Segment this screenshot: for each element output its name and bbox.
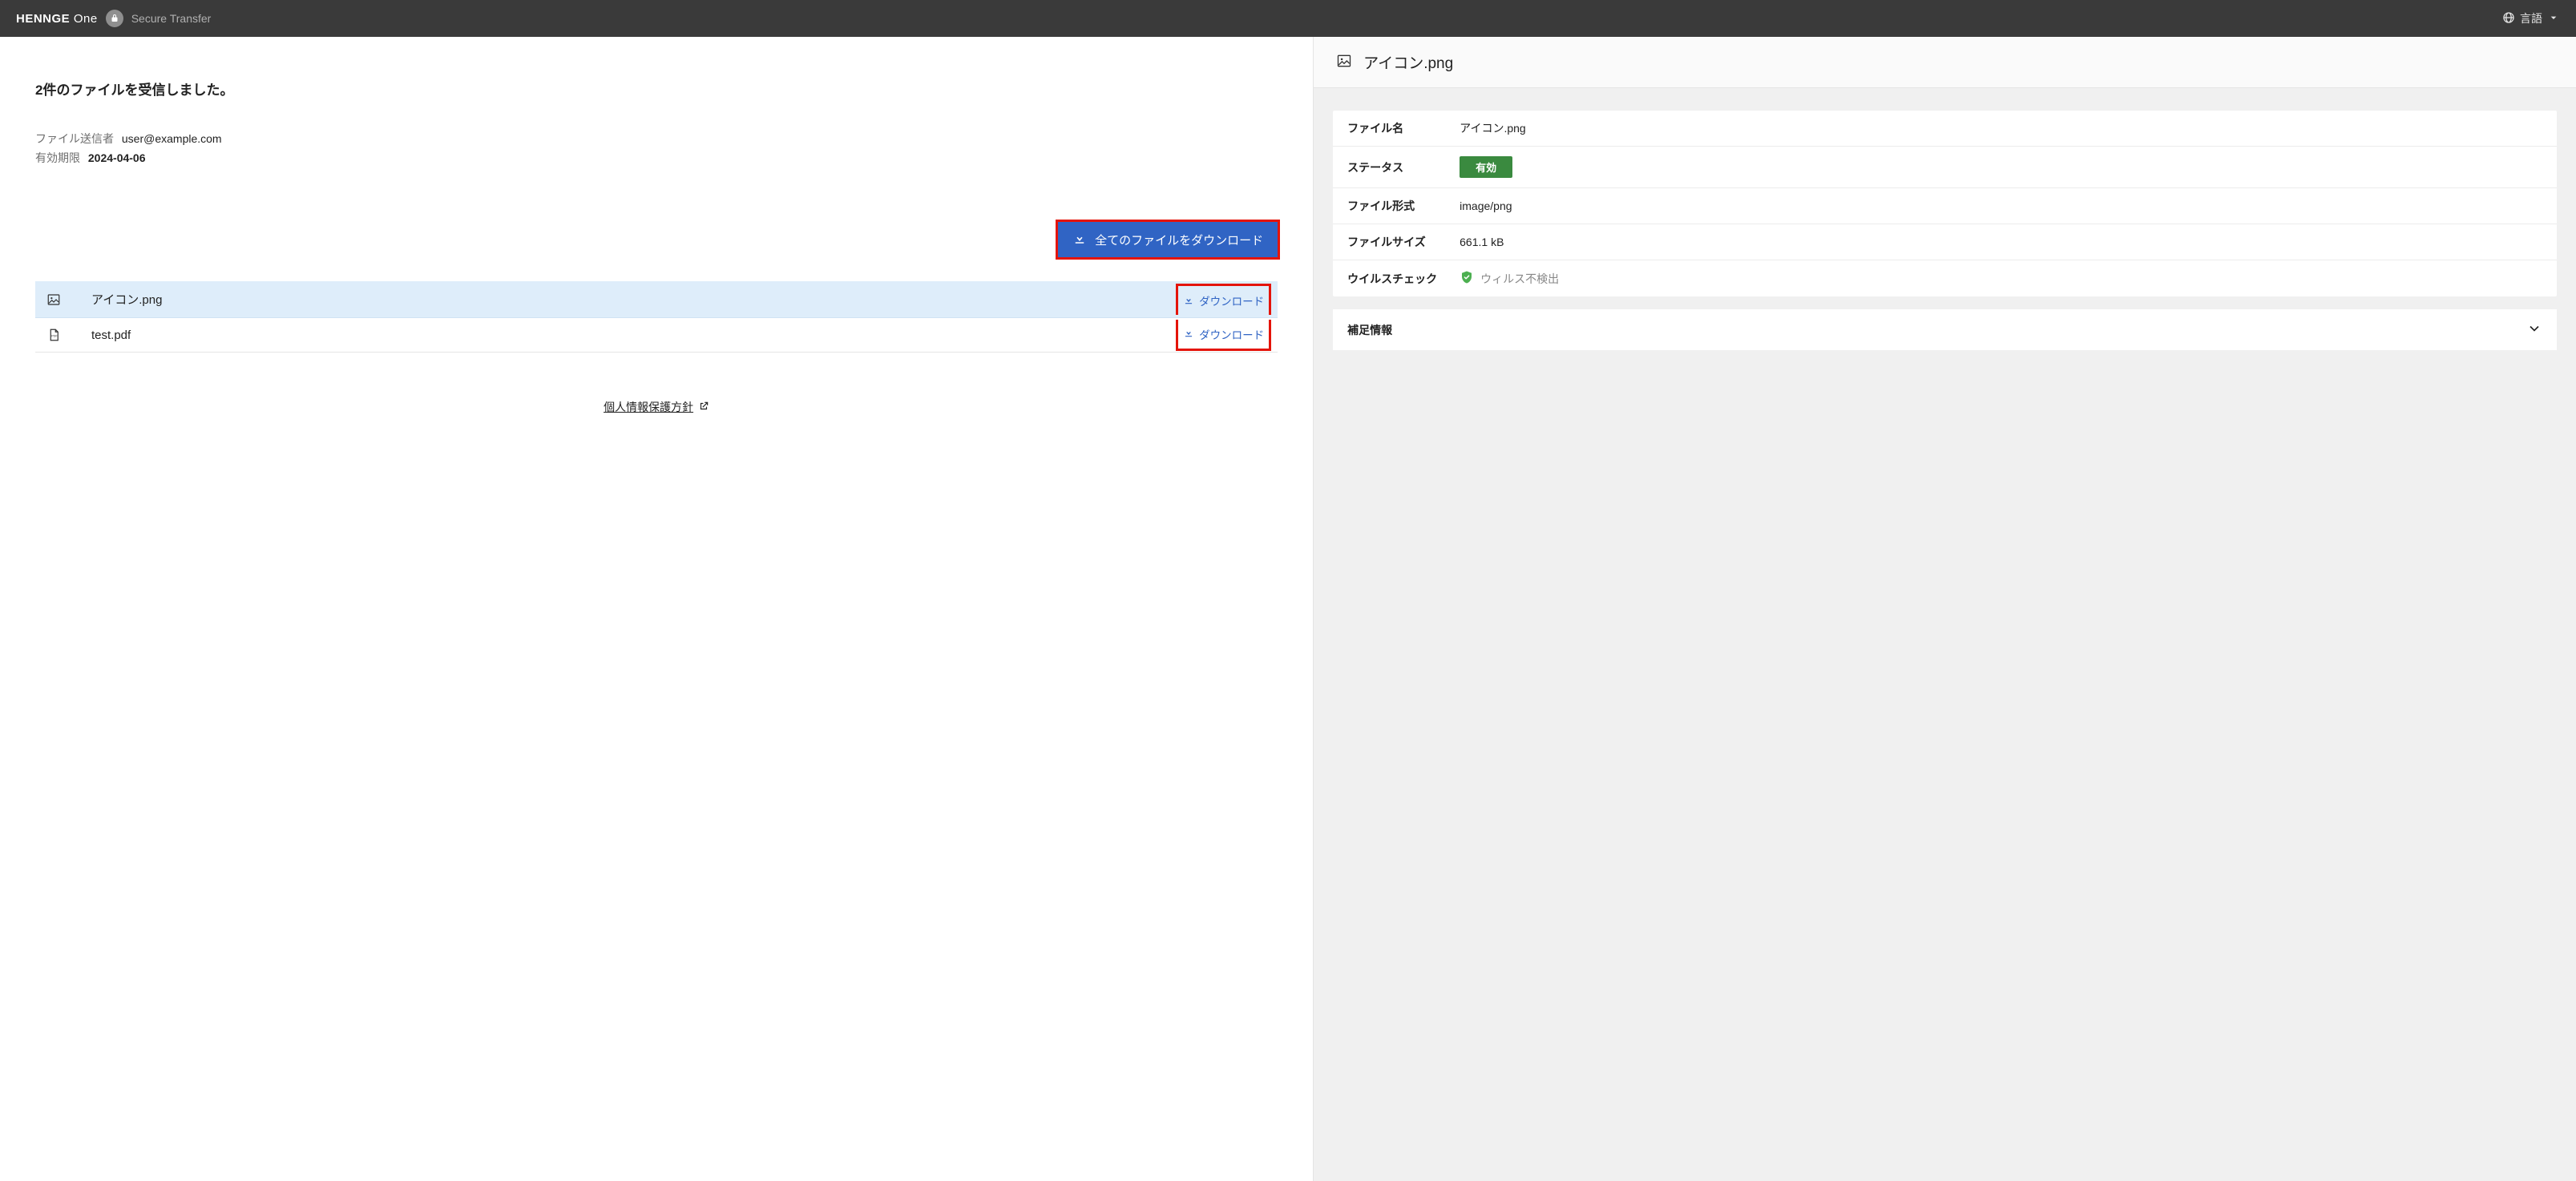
language-selector[interactable]: 言語 xyxy=(2502,10,2560,26)
sender-value: user@example.com xyxy=(122,132,222,145)
download-label: ダウンロード xyxy=(1199,326,1264,342)
privacy-policy-link-wrap: 個人情報保護方針 xyxy=(35,399,1278,415)
info-label: ファイル形式 xyxy=(1347,198,1443,214)
main: 2件のファイルを受信しました。 ファイル送信者 user@example.com… xyxy=(0,37,2576,1181)
info-label: ステータス xyxy=(1347,159,1443,175)
brand: HENNGE One Secure Transfer xyxy=(16,10,211,27)
detail-title: アイコン.png xyxy=(1363,51,1453,73)
file-name: test.pdf xyxy=(91,329,1150,342)
virus-scan-text: ウィルス不検出 xyxy=(1480,271,1559,287)
expiry-row: 有効期限 2024-04-06 xyxy=(35,150,1278,166)
page-title: 2件のファイルを受信しました。 xyxy=(35,79,1278,99)
file-info-card: ファイル名 アイコン.png ステータス 有効 ファイル形式 image/png… xyxy=(1333,111,2557,296)
info-label: ファイルサイズ xyxy=(1347,234,1443,250)
info-value: image/png xyxy=(1460,200,1512,212)
brand-sub-text: One xyxy=(74,12,98,26)
detail-pane: アイコン.png ファイル名 アイコン.png ステータス 有効 ファイル形式 … xyxy=(1314,37,2576,1181)
image-file-icon xyxy=(1336,53,1352,71)
external-link-icon xyxy=(698,401,709,414)
info-value: アイコン.png xyxy=(1460,120,1526,136)
expiry-label: 有効期限 xyxy=(35,151,80,164)
globe-icon xyxy=(2502,11,2515,26)
chevron-down-icon xyxy=(2547,11,2560,26)
brand-main-text: HENNGE xyxy=(16,12,70,26)
download-all-button[interactable]: 全てのファイルをダウンロード xyxy=(1058,222,1278,257)
file-row[interactable]: アイコン.png ダウンロード xyxy=(35,281,1278,318)
chevron-down-icon xyxy=(2526,320,2542,339)
expiry-value: 2024-04-06 xyxy=(88,151,146,164)
supplementary-label: 補足情報 xyxy=(1347,322,1392,338)
sender-label: ファイル送信者 xyxy=(35,132,114,145)
lock-badge-icon xyxy=(106,10,123,27)
privacy-policy-text: 個人情報保護方針 xyxy=(604,399,693,415)
file-list: アイコン.png ダウンロード PDF test.pdf xyxy=(35,281,1278,353)
pdf-file-icon: PDF xyxy=(46,328,61,342)
info-row-filename: ファイル名 アイコン.png xyxy=(1333,111,2557,147)
info-row-status: ステータス 有効 xyxy=(1333,147,2557,188)
download-file-button[interactable]: ダウンロード xyxy=(1183,326,1264,342)
language-label: 言語 xyxy=(2520,10,2542,26)
download-all-label: 全てのファイルをダウンロード xyxy=(1095,232,1263,248)
info-value: 661.1 kB xyxy=(1460,236,1504,248)
file-row[interactable]: PDF test.pdf ダウンロード xyxy=(35,318,1278,353)
sender-row: ファイル送信者 user@example.com xyxy=(35,131,1278,147)
info-row-virus: ウイルスチェック ウィルス不検出 xyxy=(1333,260,2557,296)
app-name: Secure Transfer xyxy=(131,12,212,25)
file-name: アイコン.png xyxy=(91,291,1150,308)
privacy-policy-link[interactable]: 個人情報保護方針 xyxy=(604,399,709,415)
download-icon xyxy=(1072,231,1087,248)
svg-text:PDF: PDF xyxy=(51,334,58,337)
shield-check-icon xyxy=(1460,270,1474,287)
supplementary-info-toggle[interactable]: 補足情報 xyxy=(1333,309,2557,350)
download-file-button[interactable]: ダウンロード xyxy=(1183,292,1264,308)
download-icon xyxy=(1183,327,1194,341)
info-label: ウイルスチェック xyxy=(1347,271,1443,287)
info-row-mime: ファイル形式 image/png xyxy=(1333,188,2557,224)
topbar: HENNGE One Secure Transfer 言語 xyxy=(0,0,2576,37)
download-icon xyxy=(1183,294,1194,308)
detail-header: アイコン.png xyxy=(1314,37,2576,88)
download-label: ダウンロード xyxy=(1199,292,1264,308)
info-row-size: ファイルサイズ 661.1 kB xyxy=(1333,224,2557,260)
status-badge: 有効 xyxy=(1460,156,1512,178)
left-pane: 2件のファイルを受信しました。 ファイル送信者 user@example.com… xyxy=(0,37,1314,1181)
info-label: ファイル名 xyxy=(1347,120,1443,136)
brand-logo: HENNGE One xyxy=(16,12,98,26)
image-file-icon xyxy=(46,292,61,307)
